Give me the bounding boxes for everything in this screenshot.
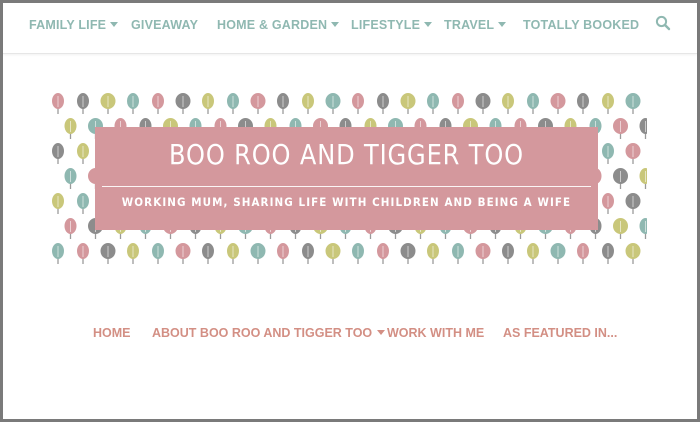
nav-item-label: LIFESTYLE: [351, 18, 421, 32]
caret-down-icon: [424, 22, 433, 28]
caret-down-icon: [110, 22, 119, 28]
caret-down-icon: [377, 330, 386, 336]
title-box: BOO ROO AND TIGGER TOO WORKING MUM, SHAR…: [96, 128, 597, 229]
nav-item-label: TRAVEL: [444, 18, 495, 32]
divider: [102, 186, 591, 187]
nav-item-lifestyle[interactable]: LIFESTYLE: [351, 17, 433, 33]
nav-item-label: WORK WITH ME: [387, 326, 485, 340]
caret-down-icon: [331, 22, 340, 28]
nav-item-label: AS FEATURED IN...: [503, 326, 618, 340]
nav-item-label: ABOUT BOO ROO AND TIGGER TOO: [152, 326, 373, 340]
nav-item-giveaway[interactable]: GIVEAWAY: [131, 17, 198, 33]
search-icon[interactable]: [655, 15, 671, 31]
nav-item-totally-booked[interactable]: TOTALLY BOOKED: [523, 17, 639, 33]
nav-item-family-life[interactable]: FAMILY LIFE: [29, 17, 119, 33]
site-tagline: WORKING MUM, SHARING LIFE WITH CHILDREN …: [121, 195, 572, 209]
nav-item-as-featured-in[interactable]: AS FEATURED IN...: [503, 325, 617, 341]
site-title: BOO ROO AND TIGGER TOO: [169, 138, 524, 171]
nav-item-work-with-me[interactable]: WORK WITH ME: [387, 325, 484, 341]
top-navigation: FAMILY LIFE GIVEAWAY HOME & GARDEN LIFES…: [3, 3, 697, 54]
nav-item-label: TOTALLY BOOKED: [523, 18, 640, 32]
nav-item-about[interactable]: ABOUT BOO ROO AND TIGGER TOO: [152, 325, 386, 341]
nav-item-label: HOME: [93, 326, 131, 340]
nav-item-home-garden[interactable]: HOME & GARDEN: [217, 17, 340, 33]
nav-item-home[interactable]: HOME: [93, 325, 131, 341]
nav-item-travel[interactable]: TRAVEL: [444, 17, 507, 33]
nav-item-label: HOME & GARDEN: [217, 18, 328, 32]
blog-header-banner[interactable]: BOO ROO AND TIGGER TOO WORKING MUM, SHAR…: [52, 91, 647, 265]
nav-item-label: GIVEAWAY: [131, 18, 199, 32]
caret-down-icon: [498, 22, 507, 28]
nav-item-label: FAMILY LIFE: [29, 18, 107, 32]
